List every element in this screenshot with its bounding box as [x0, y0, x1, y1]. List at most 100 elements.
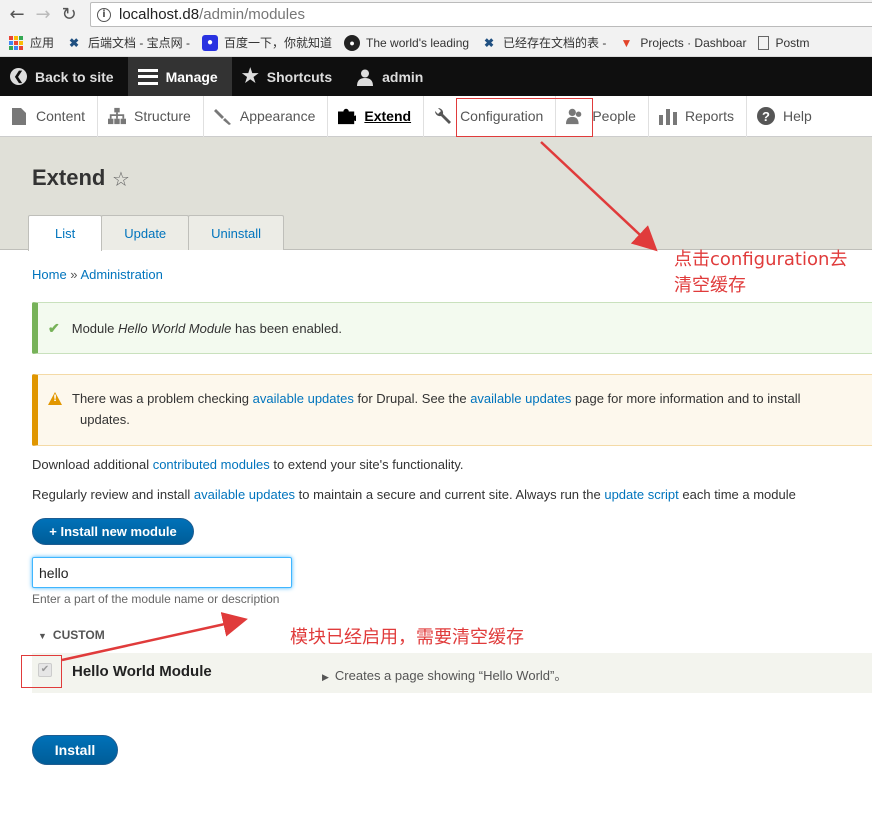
status-prefix: Module: [71, 320, 118, 336]
module-filter-input[interactable]: hello: [32, 557, 292, 588]
custom-group-toggle[interactable]: ▼ CUSTOM: [38, 628, 105, 642]
shortcuts-tab[interactable]: ★ Shortcuts: [232, 57, 346, 96]
page-icon: [758, 35, 770, 50]
tray-item-extend[interactable]: Extend: [328, 95, 425, 137]
address-bar[interactable]: i localhost.d8/admin/modules: [90, 2, 872, 27]
checkbox-highlight-box: [21, 655, 62, 688]
hamburger-icon: [137, 68, 158, 85]
para-text: Download additional: [32, 457, 153, 472]
breadcrumb: Home » Administration: [32, 267, 163, 282]
module-description-toggle[interactable]: ▶ Creates a page showing “Hello World”。: [322, 665, 567, 684]
reload-icon[interactable]: ↻: [56, 2, 82, 28]
content-page-icon: [10, 107, 28, 125]
available-updates-link[interactable]: available updates: [253, 391, 354, 406]
brush-icon: [213, 107, 232, 125]
tab-update[interactable]: Update: [101, 215, 190, 250]
para-text: to maintain a secure and current site. A…: [295, 487, 605, 502]
tray-item-content[interactable]: Content: [0, 95, 99, 137]
manage-tab[interactable]: Manage: [127, 57, 232, 96]
tray-item-help[interactable]: ? Help: [747, 96, 824, 137]
user-tab[interactable]: admin: [346, 57, 437, 96]
bookmark-label: 百度一下，你就知道: [224, 36, 333, 50]
tray-label: Structure: [134, 108, 191, 124]
back-arrow-icon[interactable]: ←: [4, 2, 30, 28]
status-module-name: Hello World Module: [117, 320, 232, 336]
manage-tray: Content Structure Appearance Extend Conf…: [0, 95, 872, 137]
install-button[interactable]: Install: [32, 735, 118, 765]
tray-label: Content: [36, 108, 86, 124]
primary-tabs: List Update Uninstall: [28, 215, 285, 251]
apps-grid-icon: [8, 35, 24, 51]
info-icon[interactable]: i: [97, 7, 111, 22]
bookmark-baidu[interactable]: ● 百度一下，你就知道: [202, 34, 332, 51]
bookmark-github[interactable]: ● The world's leading: [344, 34, 470, 51]
user-icon: [356, 68, 374, 86]
annotation-line: 清空缓存: [674, 275, 746, 296]
install-new-module-button[interactable]: + Install new module: [32, 518, 194, 545]
configuration-annotation: 点击configuration去 清空缓存: [674, 247, 847, 299]
star-icon: ★: [241, 66, 259, 87]
warning-text-3: page for more information and to install: [571, 391, 801, 406]
confluence-icon: ✖: [68, 35, 80, 50]
back-to-site-link[interactable]: ❮ Back to site: [0, 57, 128, 96]
tray-item-appearance[interactable]: Appearance: [204, 95, 329, 137]
bookmark-label: The world's leading: [366, 35, 470, 50]
status-suffix: has been enabled.: [231, 320, 343, 336]
bookmark-label: 后端文档 - 宝点网 -: [88, 36, 191, 50]
available-updates-link[interactable]: available updates: [194, 487, 295, 502]
bookmark-apps[interactable]: 应用: [8, 34, 54, 51]
warning-text-4: updates.: [80, 412, 130, 427]
bookmark-label: Postm: [775, 35, 810, 50]
people-icon: [566, 107, 584, 125]
checkmark-icon: ✔: [48, 319, 60, 336]
warning-text-1: There was a problem checking: [72, 391, 253, 406]
bookmark-gitlab[interactable]: ▼ Projects · Dashboar: [618, 35, 746, 51]
admin-toolbar: ❮ Back to site Manage ★ Shortcuts admin: [0, 57, 872, 96]
back-circle-icon: ❮: [10, 68, 27, 85]
update-script-link[interactable]: update script: [604, 487, 678, 502]
github-icon: ●: [344, 34, 361, 51]
user-label: admin: [382, 68, 424, 85]
status-message: ✔ Module Hello World Module has been ena…: [32, 302, 872, 354]
review-paragraph: Regularly review and install available u…: [32, 487, 796, 502]
tray-label: Extend: [364, 108, 412, 124]
para-text: each time a module: [678, 487, 796, 502]
warning-triangle-icon: [48, 392, 62, 405]
url-path: /admin/modules: [199, 6, 305, 23]
module-annotation: 模块已经启用，需要清空缓存: [290, 627, 524, 648]
tray-item-reports[interactable]: Reports: [649, 95, 747, 137]
url-host: localhost.d8: [119, 6, 200, 23]
contributed-modules-link[interactable]: contributed modules: [153, 457, 270, 472]
bookmarks-bar: 应用 ✖ 后端文档 - 宝点网 - ● 百度一下，你就知道 ● The worl…: [0, 29, 872, 57]
warning-text-2: for Drupal. See the: [353, 391, 471, 406]
shortcuts-label: Shortcuts: [266, 68, 333, 85]
tray-label: People: [592, 108, 636, 124]
tab-uninstall[interactable]: Uninstall: [188, 215, 285, 250]
tab-list[interactable]: List: [28, 215, 103, 251]
bookmark-label: 已经存在文档的表 -: [503, 36, 607, 50]
bookmark-table[interactable]: ✖ 已经存在文档的表 -: [481, 34, 606, 51]
breadcrumb-separator: »: [66, 267, 81, 282]
tray-item-configuration[interactable]: Configuration: [424, 95, 557, 137]
download-paragraph: Download additional contributed modules …: [32, 457, 464, 472]
page-header: Extend ☆ List Update Uninstall: [0, 137, 872, 251]
tray-label: Help: [782, 108, 812, 124]
confluence-icon: ✖: [484, 35, 495, 50]
tray-item-people[interactable]: People: [556, 95, 649, 137]
tray-label: Reports: [684, 108, 734, 124]
collapse-triangle-icon: ▼: [38, 631, 47, 641]
bookmark-label: 应用: [30, 36, 55, 50]
bookmark-postman[interactable]: Postm: [758, 35, 810, 50]
tray-item-structure[interactable]: Structure: [98, 95, 204, 137]
baidu-paw-icon: ●: [202, 34, 219, 51]
warning-message: There was a problem checking available u…: [32, 374, 872, 446]
bookmark-docs[interactable]: ✖ 后端文档 - 宝点网 -: [66, 34, 190, 51]
group-label: CUSTOM: [52, 628, 105, 642]
breadcrumb-home-link[interactable]: Home: [32, 267, 67, 282]
available-updates-link[interactable]: available updates: [470, 391, 571, 406]
breadcrumb-admin-link[interactable]: Administration: [80, 267, 162, 282]
forward-arrow-icon[interactable]: →: [30, 2, 56, 28]
module-description: Creates a page showing “Hello World”。: [334, 668, 568, 683]
help-icon: ?: [756, 107, 775, 125]
shortcut-star-icon[interactable]: ☆: [112, 167, 130, 191]
